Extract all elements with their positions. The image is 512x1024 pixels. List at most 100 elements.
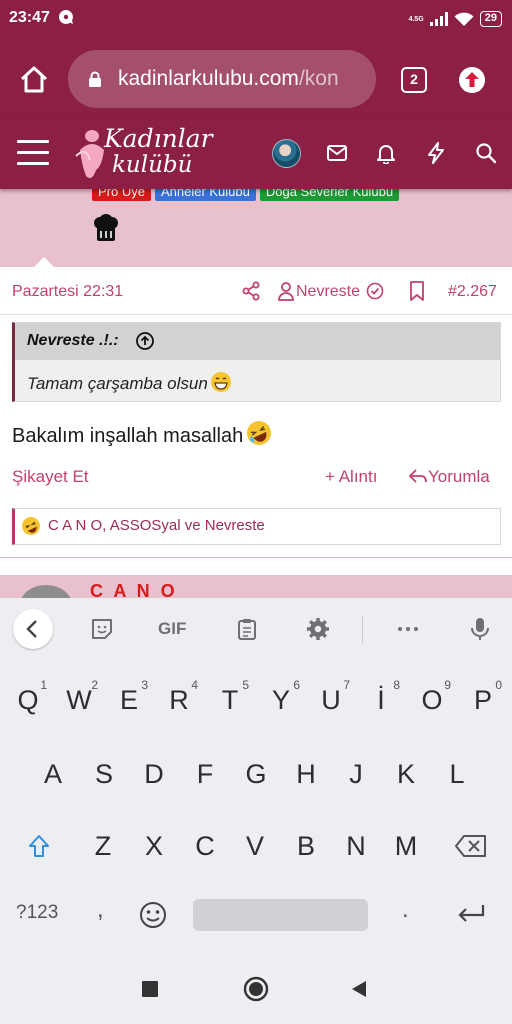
battery-indicator: 29	[479, 11, 502, 27]
verified-icon	[366, 282, 384, 300]
key-row2-0[interactable]: A	[31, 746, 75, 802]
key-label: D	[144, 759, 164, 789]
next-post-user-area: C A N O	[0, 575, 512, 598]
key-row3-4[interactable]: B	[284, 818, 328, 874]
key-row2-8[interactable]: L	[435, 746, 479, 802]
notification-icon	[58, 9, 73, 24]
next-username[interactable]: C A N O	[90, 581, 178, 598]
user-avatar[interactable]	[272, 139, 301, 168]
reply-link[interactable]: Yorumla	[408, 467, 490, 487]
key-row2-2[interactable]: D	[132, 746, 176, 802]
backspace-icon[interactable]	[454, 834, 488, 858]
reactions-bar[interactable]: C A N O, ASSOSyal ve Nevreste	[12, 508, 501, 545]
post-author[interactable]: Nevreste	[296, 283, 360, 301]
key-row1-9[interactable]: P0	[461, 672, 505, 728]
report-link[interactable]: Şikayet Et	[12, 467, 89, 487]
badge-doga-severler[interactable]: Doğa Severler Kulübü	[259, 189, 400, 201]
url-domain: kadinlarkulubu.com	[118, 67, 299, 90]
menu-icon[interactable]	[17, 140, 49, 166]
logo-text-line2: kulübü	[112, 152, 193, 178]
key-row2-6[interactable]: J	[334, 746, 378, 802]
search-icon[interactable]	[475, 142, 497, 164]
signal-icon	[429, 12, 448, 26]
key-label: F	[196, 759, 214, 789]
clipboard-icon[interactable]	[235, 617, 259, 641]
recents-icon[interactable]	[139, 978, 161, 1000]
key-row1-2[interactable]: E3	[107, 672, 151, 728]
key-row1-3[interactable]: R4	[157, 672, 201, 728]
post-date[interactable]: Pazartesi 22:31	[12, 283, 123, 301]
inbox-icon[interactable]	[326, 142, 348, 164]
logo-icon[interactable]	[72, 126, 108, 184]
soft-keyboard: GIF Q1W2E3R4T5Y6U7İ8O9P0 AS D FGHJKL ZXCVB…	[0, 598, 512, 954]
sticker-icon[interactable]	[90, 617, 114, 641]
symbols-key[interactable]: ?123	[16, 902, 58, 924]
space-key[interactable]	[193, 899, 368, 931]
badge-pro-uye[interactable]: Pro Üye	[92, 189, 151, 201]
wifi-icon	[454, 12, 474, 26]
key-label: B	[296, 831, 315, 861]
gear-icon[interactable]	[306, 617, 330, 641]
enter-icon[interactable]	[455, 902, 487, 926]
post-body-text: Bakalım inşallah masallah	[12, 425, 244, 447]
key-row2-3[interactable]: F	[183, 746, 227, 802]
key-row2-5[interactable]: H	[284, 746, 328, 802]
key-row2-4[interactable]: G	[234, 746, 278, 802]
key-label: S	[94, 759, 113, 789]
microphone-icon[interactable]	[468, 617, 492, 641]
key-label: P	[473, 685, 492, 715]
next-user-avatar[interactable]	[20, 585, 72, 598]
grin-emoji-icon	[210, 372, 231, 392]
key-row3-3[interactable]: V	[233, 818, 277, 874]
shift-icon[interactable]	[27, 833, 51, 859]
key-label: O	[421, 685, 443, 715]
key-row3-0[interactable]: Z	[81, 818, 125, 874]
post-number[interactable]: #2.267	[448, 283, 497, 301]
key-label: N	[346, 831, 366, 861]
key-row1-6[interactable]: U7	[309, 672, 353, 728]
key-row1-5[interactable]: Y6	[259, 672, 303, 728]
key-label: U	[321, 685, 341, 715]
post-meta: Pazartesi 22:31 Nevreste #2.267	[0, 267, 512, 315]
back-nav-icon[interactable]	[348, 978, 370, 1000]
comma-key[interactable]: ,	[97, 896, 104, 924]
key-row1-7[interactable]: İ8	[359, 672, 403, 728]
reactions-users[interactable]: C A N O, ASSOSyal ve Nevreste	[48, 517, 265, 534]
url-text: kadinlarkulubu.com/kon	[118, 67, 368, 91]
quote-link[interactable]: + Alıntı	[325, 467, 377, 487]
more-icon[interactable]	[396, 617, 420, 641]
previous-post-user-area: Pro Üye Anneler Kulübü Doğa Severler Kul…	[0, 189, 512, 267]
post-divider	[0, 557, 512, 558]
browser-toolbar: kadinlarkulubu.com/kon 2	[0, 40, 512, 118]
keyboard-back-button[interactable]	[13, 609, 53, 649]
key-row1-4[interactable]: T5	[208, 672, 252, 728]
key-row2-1[interactable]: S	[82, 746, 126, 802]
quote-text-content: Tamam çarşamba olsun	[27, 374, 208, 393]
key-label: Y	[271, 685, 290, 715]
key-row3-2[interactable]: C	[183, 818, 227, 874]
home-nav-icon[interactable]	[243, 976, 269, 1002]
key-row3-1[interactable]: X	[132, 818, 176, 874]
tab-switcher-button[interactable]: 2	[401, 67, 427, 93]
update-icon[interactable]	[459, 67, 485, 93]
emoji-icon[interactable]	[138, 900, 168, 930]
key-row1-1[interactable]: W2	[57, 672, 101, 728]
arrow-up-circle-icon[interactable]	[135, 331, 155, 351]
key-hint: 3	[141, 678, 148, 692]
lightning-icon[interactable]	[425, 142, 447, 164]
thread-content: Pro Üye Anneler Kulübü Doğa Severler Kul…	[0, 189, 512, 598]
badge-anneler-kulubu[interactable]: Anneler Kulübü	[154, 189, 256, 201]
key-row1-0[interactable]: Q1	[6, 672, 50, 728]
period-key[interactable]: .	[402, 896, 409, 924]
key-row2-7[interactable]: K	[384, 746, 428, 802]
address-bar[interactable]: kadinlarkulubu.com/kon	[68, 50, 376, 108]
chef-hat-icon	[94, 214, 118, 241]
gif-button[interactable]: GIF	[158, 619, 186, 639]
home-icon[interactable]	[18, 64, 50, 96]
key-row3-6[interactable]: M	[384, 818, 428, 874]
key-row3-5[interactable]: N	[334, 818, 378, 874]
bookmark-icon[interactable]	[408, 281, 426, 301]
bell-icon[interactable]	[375, 142, 397, 164]
key-row1-8[interactable]: O9	[410, 672, 454, 728]
share-icon[interactable]	[241, 281, 261, 301]
